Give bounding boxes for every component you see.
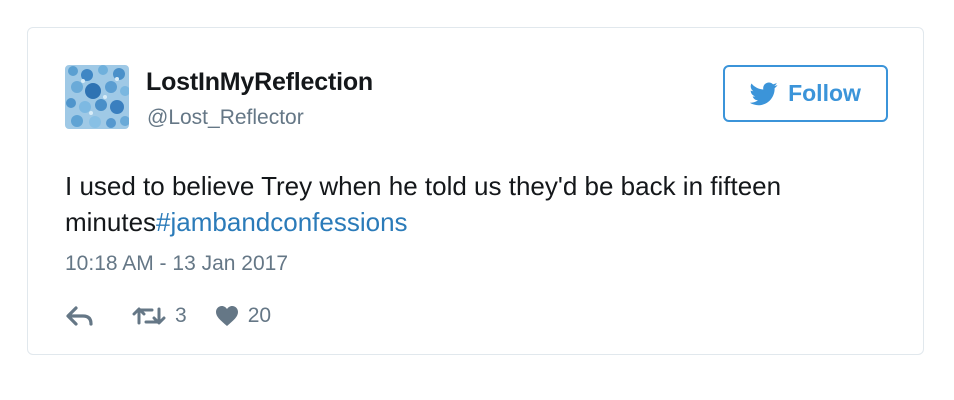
reply-icon bbox=[65, 305, 95, 327]
like-count: 20 bbox=[247, 304, 272, 327]
twitter-bird-icon bbox=[750, 81, 778, 106]
avatar[interactable] bbox=[65, 65, 129, 129]
author-handle[interactable]: @Lost_Reflector bbox=[147, 106, 304, 130]
reply-button[interactable] bbox=[65, 305, 95, 327]
like-button[interactable]: 20 bbox=[215, 304, 271, 328]
tweet-actions: 3 20 bbox=[65, 300, 271, 332]
hashtag-link[interactable]: #jambandconfessions bbox=[156, 207, 408, 237]
retweet-button[interactable]: 3 bbox=[132, 304, 187, 328]
follow-label: Follow bbox=[788, 80, 861, 106]
retweet-count: 3 bbox=[175, 304, 187, 327]
tweet-timestamp[interactable]: 10:18 AM - 13 Jan 2017 bbox=[65, 252, 288, 276]
tweet-card: LostInMyReflection @Lost_Reflector Follo… bbox=[27, 27, 924, 355]
retweet-icon bbox=[132, 305, 166, 327]
follow-button[interactable]: Follow bbox=[723, 65, 888, 122]
tweet-text: I used to believe Trey when he told us t… bbox=[65, 168, 885, 240]
author-name[interactable]: LostInMyReflection bbox=[146, 68, 373, 97]
avatar-image bbox=[65, 65, 129, 129]
heart-icon bbox=[215, 305, 239, 327]
